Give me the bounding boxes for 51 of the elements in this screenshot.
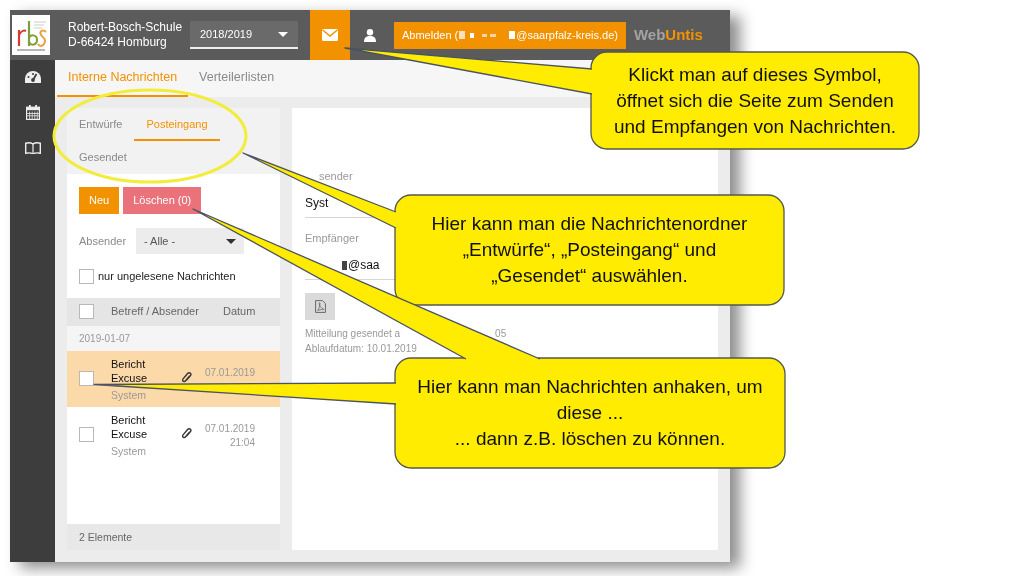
message-date: 07.01.2019: [204, 365, 255, 380]
school-year-select[interactable]: 2018/2019: [190, 21, 298, 49]
folder-tab[interactable]: Entwürfe: [67, 108, 135, 141]
delete-button[interactable]: Löschen (0): [123, 187, 202, 214]
checkbox-label: nur ungelesene Nachrichten: [98, 269, 236, 284]
message-sender: System: [111, 444, 147, 458]
message-sender: System: [111, 388, 147, 402]
date-group-header: 2019-01-07: [67, 325, 280, 351]
sender-value: Syst: [305, 195, 329, 212]
sent-info-text: Mitteilung gesendet a: [305, 327, 401, 341]
folder-tab[interactable]: Gesendet: [67, 141, 139, 174]
school-name: Robert-Bosch-Schule: [68, 20, 184, 35]
pdf-file-icon: [314, 300, 326, 313]
logout-button[interactable]: Abmelden ( @saarpfalz-kreis.de): [394, 21, 626, 49]
message-date: 07.01.2019: [204, 421, 255, 436]
pdf-download-button[interactable]: [305, 293, 335, 320]
callout-text: Hier kann man die Nachrichtenordner „Entwürfe“, „Posteingang“ und „Gesendet“ auswählen.: [431, 212, 748, 288]
redaction-blur-icon: [458, 30, 517, 40]
sent-info-fragment: 05: [495, 327, 507, 341]
field-label: Empfänger: [305, 232, 359, 245]
message-subject: Bericht Excuse: [111, 412, 149, 441]
gauge-icon[interactable]: [24, 71, 41, 83]
column-header: Betreff / Absender: [111, 304, 200, 320]
brand-name: WebUntis: [633, 24, 703, 45]
item-count-footer: 2 Elemente: [67, 524, 280, 550]
folder-tab[interactable]: Posteingang: [134, 108, 220, 141]
new-button[interactable]: Neu: [79, 187, 120, 214]
nav-tab[interactable]: Interne Nachrichten: [57, 60, 189, 97]
message-time: 21:04: [229, 435, 255, 450]
book-icon[interactable]: [24, 142, 41, 154]
filter-label: Absender: [79, 233, 128, 249]
school-logo: [12, 15, 50, 55]
column-header: Datum: [223, 304, 256, 320]
school-address: D-66424 Homburg: [68, 35, 168, 50]
recipient-value: @saa: [348, 257, 380, 274]
nav-tab[interactable]: Verteilerlisten: [188, 60, 286, 97]
calendar-icon[interactable]: [25, 105, 40, 120]
expiry-date-text: Ablaufdatum: 10.01.2019: [305, 342, 418, 356]
callout-text: Klickt man auf dieses Symbol, öffnet sich die Seite zum Senden und Empfangen von Nachrichten.: [614, 62, 896, 139]
user-icon: [364, 28, 376, 42]
select-all-checkbox[interactable]: [79, 304, 94, 319]
caret-icon: [226, 238, 236, 244]
envelope-icon: [322, 29, 338, 41]
caret-icon: [278, 31, 288, 37]
sender-filter-select[interactable]: - Alle -: [136, 228, 244, 254]
callout-text: Hier kann man Nachrichten anhaken, um diese ... ... dann z.B. löschen zu können.: [417, 375, 763, 451]
checkbox[interactable]: [79, 268, 94, 284]
row-checkbox[interactable]: [79, 370, 94, 386]
message-subject: Bericht Excuse: [111, 356, 149, 385]
field-label: sender: [319, 170, 353, 183]
row-checkbox[interactable]: [79, 426, 94, 442]
